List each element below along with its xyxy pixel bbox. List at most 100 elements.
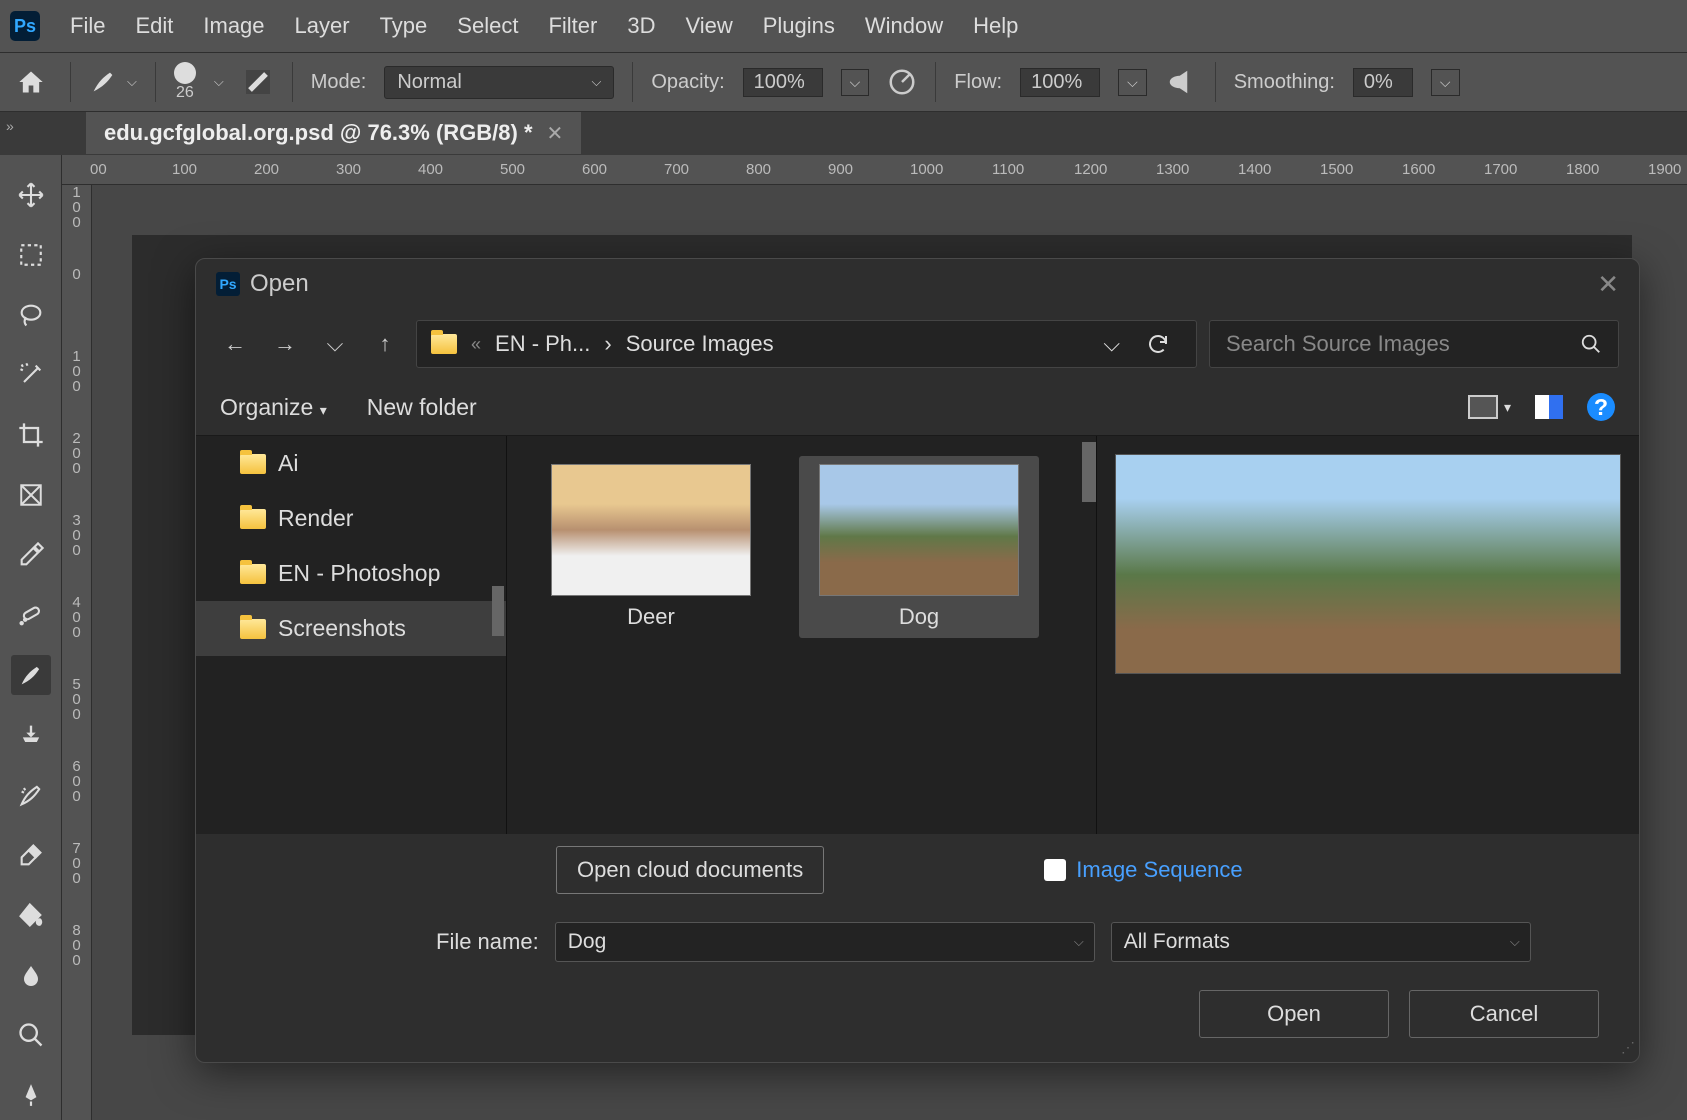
folder-tree: Ai Render EN - Photoshop Screenshots bbox=[196, 436, 506, 834]
tool-preset-picker[interactable]: ⌵ bbox=[89, 68, 137, 96]
clone-stamp-tool[interactable] bbox=[11, 715, 51, 755]
breadcrumb-part[interactable]: Source Images bbox=[626, 331, 774, 357]
tree-scrollbar[interactable] bbox=[492, 586, 504, 636]
opacity-flyout[interactable]: ⌵ bbox=[841, 69, 870, 96]
tree-item[interactable]: EN - Photoshop bbox=[196, 546, 506, 601]
preview-pane-button[interactable] bbox=[1535, 395, 1563, 419]
dialog-body: Ai Render EN - Photoshop Screenshots Dee… bbox=[196, 435, 1639, 834]
brush-size-picker[interactable]: 26 bbox=[174, 62, 196, 102]
collapse-panels-icon[interactable]: » bbox=[6, 118, 14, 134]
nav-recent-button[interactable]: ⌵ bbox=[316, 325, 354, 363]
magic-wand-tool[interactable] bbox=[11, 355, 51, 395]
mode-label: Mode: bbox=[311, 71, 367, 94]
airbrush-button[interactable] bbox=[1165, 67, 1197, 97]
type-menu[interactable]: Type bbox=[380, 13, 428, 39]
pen-tool[interactable] bbox=[11, 1075, 51, 1115]
file-menu[interactable]: File bbox=[70, 13, 105, 39]
options-bar: ⌵ 26 ⌵ Mode: Normal ⌵ Opacity: 100% ⌵ Fl… bbox=[0, 52, 1687, 112]
blur-tool[interactable] bbox=[11, 955, 51, 995]
new-folder-button[interactable]: New folder bbox=[367, 394, 477, 421]
paint-bucket-tool[interactable] bbox=[11, 895, 51, 935]
open-cloud-button[interactable]: Open cloud documents bbox=[556, 846, 824, 894]
flow-flyout[interactable]: ⌵ bbox=[1118, 69, 1147, 96]
crop-tool[interactable] bbox=[11, 415, 51, 455]
move-tool[interactable] bbox=[11, 175, 51, 215]
format-select[interactable]: All Formats ⌵ bbox=[1111, 922, 1531, 962]
healing-brush-tool[interactable] bbox=[11, 595, 51, 635]
resize-grip[interactable]: ⋰ bbox=[1621, 1039, 1633, 1056]
mode-select[interactable]: Normal ⌵ bbox=[384, 66, 614, 99]
window-menu[interactable]: Window bbox=[865, 13, 943, 39]
tree-item[interactable]: Screenshots bbox=[196, 601, 506, 656]
plugins-menu[interactable]: Plugins bbox=[763, 13, 835, 39]
smoothing-flyout[interactable]: ⌵ bbox=[1431, 69, 1460, 96]
cancel-button[interactable]: Cancel bbox=[1409, 990, 1599, 1038]
view-menu[interactable]: View bbox=[685, 13, 732, 39]
file-scrollbar[interactable] bbox=[1082, 442, 1096, 502]
zoom-tool[interactable] bbox=[11, 1015, 51, 1055]
filter-menu[interactable]: Filter bbox=[548, 13, 597, 39]
edit-menu[interactable]: Edit bbox=[135, 13, 173, 39]
toolbox bbox=[0, 155, 62, 1120]
chevron-down-icon[interactable]: ⌵ bbox=[214, 74, 224, 90]
select-menu[interactable]: Select bbox=[457, 13, 518, 39]
frame-tool[interactable] bbox=[11, 475, 51, 515]
help-menu[interactable]: Help bbox=[973, 13, 1018, 39]
image-sequence-checkbox[interactable]: Image Sequence bbox=[1044, 857, 1242, 883]
brush-tool[interactable] bbox=[11, 655, 51, 695]
filename-input[interactable]: Dog ⌵ bbox=[555, 922, 1095, 962]
lasso-tool[interactable] bbox=[11, 295, 51, 335]
marquee-tool[interactable] bbox=[11, 235, 51, 275]
separator bbox=[292, 62, 293, 102]
smoothing-label: Smoothing: bbox=[1234, 71, 1335, 94]
separator bbox=[935, 62, 936, 102]
opacity-input[interactable]: 100% bbox=[743, 68, 823, 97]
open-button[interactable]: Open bbox=[1199, 990, 1389, 1038]
brush-settings-button[interactable] bbox=[242, 66, 274, 98]
nav-up-button[interactable]: ↑ bbox=[366, 325, 404, 363]
open-file-dialog: Ps Open ✕ ← → ⌵ ↑ « EN - Ph... › Source … bbox=[195, 258, 1640, 1063]
breadcrumb-part[interactable]: EN - Ph... bbox=[495, 331, 590, 357]
refresh-button[interactable] bbox=[1134, 332, 1182, 356]
checkbox-icon bbox=[1044, 859, 1066, 881]
breadcrumb-separator: › bbox=[604, 331, 611, 357]
dialog-footer: Open cloud documents Image Sequence File… bbox=[196, 834, 1639, 1062]
separator bbox=[1215, 62, 1216, 102]
address-dropdown-icon[interactable]: ⌵ bbox=[1103, 331, 1120, 357]
image-menu[interactable]: Image bbox=[203, 13, 264, 39]
breadcrumb-overflow[interactable]: « bbox=[471, 334, 481, 355]
file-item-deer[interactable]: Deer bbox=[531, 456, 771, 638]
history-brush-tool[interactable] bbox=[11, 775, 51, 815]
search-input[interactable]: Search Source Images bbox=[1209, 320, 1619, 368]
chevron-down-icon[interactable]: ⌵ bbox=[1074, 934, 1084, 950]
file-list: Deer Dog bbox=[506, 436, 1096, 834]
chevron-down-icon[interactable]: ⌵ bbox=[1510, 934, 1520, 950]
smoothing-input[interactable]: 0% bbox=[1353, 68, 1413, 97]
tree-item[interactable]: Ai bbox=[196, 436, 506, 491]
close-dialog-button[interactable]: ✕ bbox=[1597, 269, 1619, 300]
vertical-ruler: 1 0 001 0 02 0 03 0 04 0 05 0 06 0 07 0 … bbox=[62, 185, 92, 1120]
home-button[interactable] bbox=[10, 61, 52, 103]
close-tab-icon[interactable]: ✕ bbox=[547, 121, 564, 146]
eraser-tool[interactable] bbox=[11, 835, 51, 875]
folder-icon bbox=[431, 334, 457, 354]
view-mode-button[interactable]: ▾ bbox=[1468, 395, 1511, 419]
eyedropper-tool[interactable] bbox=[11, 535, 51, 575]
document-tab[interactable]: edu.gcfglobal.org.psd @ 76.3% (RGB/8) * … bbox=[86, 112, 581, 154]
3d-menu[interactable]: 3D bbox=[627, 13, 655, 39]
pressure-opacity-button[interactable] bbox=[887, 67, 917, 97]
flow-input[interactable]: 100% bbox=[1020, 68, 1100, 97]
dialog-nav-bar: ← → ⌵ ↑ « EN - Ph... › Source Images ⌵ S… bbox=[196, 309, 1639, 379]
dialog-titlebar: Ps Open ✕ bbox=[196, 259, 1639, 309]
organize-menu[interactable]: Organize ▾ bbox=[220, 394, 327, 421]
dialog-toolbar: Organize ▾ New folder ▾ ? bbox=[196, 379, 1639, 435]
file-item-dog[interactable]: Dog bbox=[799, 456, 1039, 638]
help-button[interactable]: ? bbox=[1587, 393, 1615, 421]
preview-pane bbox=[1096, 436, 1639, 834]
nav-back-button[interactable]: ← bbox=[216, 325, 254, 363]
tree-item[interactable]: Render bbox=[196, 491, 506, 546]
address-bar[interactable]: « EN - Ph... › Source Images ⌵ bbox=[416, 320, 1197, 368]
menu-bar: Ps File Edit Image Layer Type Select Fil… bbox=[0, 0, 1687, 52]
layer-menu[interactable]: Layer bbox=[295, 13, 350, 39]
nav-forward-button[interactable]: → bbox=[266, 325, 304, 363]
